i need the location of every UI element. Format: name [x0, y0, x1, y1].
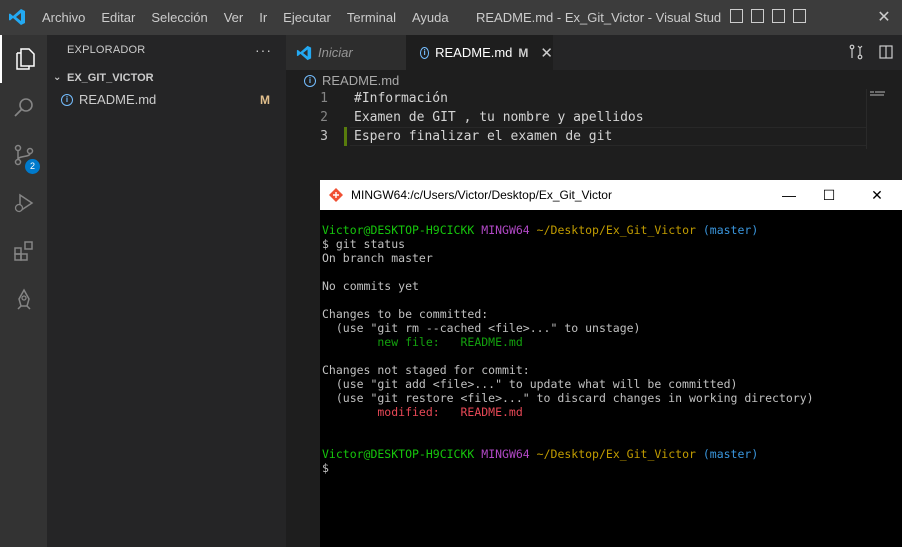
tab-readme[interactable]: i README.md M ✕	[406, 35, 553, 70]
close-icon[interactable]: ✕	[540, 44, 553, 62]
terminal-title: MINGW64:/c/Users/Victor/Desktop/Ex_Git_V…	[351, 188, 612, 202]
remote-explorer-icon[interactable]	[0, 275, 47, 323]
window-title: README.md - Ex_Git_Victor - Visual Studi…	[476, 10, 722, 25]
modified-file-line: modified: README.md	[322, 405, 523, 419]
terminal-title-bar[interactable]: MINGW64:/c/Users/Victor/Desktop/Ex_Git_V…	[320, 180, 902, 210]
window-close-button[interactable]: ✕	[866, 0, 902, 35]
command-line: $ git status	[322, 237, 406, 251]
menu-archivo[interactable]: Archivo	[34, 0, 93, 35]
input-line[interactable]: $	[322, 461, 882, 475]
info-icon: i	[304, 75, 316, 87]
menu-editar[interactable]: Editar	[93, 0, 143, 35]
output-line: No commits yet	[322, 279, 419, 293]
terminal-scrollbar[interactable]	[885, 210, 902, 547]
vscode-logo-icon	[296, 45, 312, 60]
close-button[interactable]: ✕	[854, 180, 900, 210]
prompt-branch: (master)	[702, 223, 759, 237]
menu-ver[interactable]: Ver	[216, 0, 252, 35]
file-row-readme[interactable]: i README.md M	[47, 89, 286, 111]
minimap[interactable]	[866, 89, 902, 149]
line-text: Espero finalizar el examen de git	[354, 129, 613, 144]
line-number: 1	[320, 91, 328, 106]
git-status-badge: M	[260, 93, 270, 107]
menu-ir[interactable]: Ir	[251, 0, 275, 35]
open-changes-icon[interactable]	[848, 44, 864, 60]
output-line: On branch master	[322, 251, 433, 265]
prompt-path: ~/Desktop/Ex_Git_Victor	[536, 223, 696, 237]
line-text: #Información	[354, 91, 448, 106]
output-line: (use "git add <file>..." to update what …	[322, 377, 738, 391]
run-debug-icon[interactable]	[0, 179, 47, 227]
search-icon[interactable]	[0, 83, 47, 131]
prompt-env: MINGW64	[481, 223, 530, 237]
output-line: (use "git restore <file>..." to discard …	[322, 391, 814, 405]
prompt-path: ~/Desktop/Ex_Git_Victor	[536, 447, 696, 461]
info-icon: i	[61, 94, 73, 106]
tab-label: README.md	[435, 45, 513, 60]
title-bar: Archivo Editar Selección Ver Ir Ejecutar…	[0, 0, 902, 35]
terminal-output[interactable]: Victor@DESKTOP-H9CICKK MINGW64 ~/Desktop…	[322, 223, 882, 475]
source-control-icon[interactable]: 2	[0, 131, 47, 179]
line-number: 3	[320, 129, 328, 144]
tab-label: Iniciar	[318, 45, 353, 60]
editor-actions	[848, 44, 894, 60]
output-line: Changes not staged for commit:	[322, 363, 530, 377]
file-name: README.md	[79, 92, 157, 107]
prompt-line: Victor@DESKTOP-H9CICKK MINGW64 ~/Desktop…	[322, 223, 882, 237]
git-bash-window[interactable]: MINGW64:/c/Users/Victor/Desktop/Ex_Git_V…	[320, 180, 902, 547]
minimap-preview	[870, 91, 885, 96]
scm-badge: 2	[25, 159, 40, 174]
line-text: Examen de GIT , tu nombre y apellidos	[354, 110, 644, 125]
prompt-branch: (master)	[702, 447, 759, 461]
toggle-sidebar-icon[interactable]	[730, 9, 743, 23]
git-added-gutter	[344, 127, 347, 146]
menu-ayuda[interactable]: Ayuda	[404, 0, 457, 35]
code-line-current: 3 Espero finalizar el examen de git	[286, 127, 866, 146]
toggle-panel-icon[interactable]	[751, 9, 764, 23]
vscode-logo-icon	[9, 9, 25, 25]
menu-terminal[interactable]: Terminal	[339, 0, 404, 35]
git-bash-icon	[329, 188, 343, 202]
tab-modified-badge: M	[518, 45, 529, 60]
menu-ejecutar[interactable]: Ejecutar	[275, 0, 339, 35]
layout-controls	[730, 9, 806, 23]
line-number: 2	[320, 110, 328, 125]
code-line: 2 Examen de GIT , tu nombre y apellidos	[286, 108, 866, 127]
explorer-title: EXPLORADOR	[67, 44, 146, 56]
folder-row[interactable]: ⌄ EX_GIT_VICTOR	[47, 67, 286, 89]
prompt-user: Victor@DESKTOP-H9CICKK	[322, 223, 475, 237]
chevron-down-icon: ⌄	[53, 72, 62, 83]
tab-iniciar[interactable]: Iniciar	[286, 35, 406, 70]
staged-file-line: new file: README.md	[322, 335, 523, 349]
menu-bar: Archivo Editar Selección Ver Ir Ejecutar…	[34, 0, 457, 35]
code-editor[interactable]: 1 #Información 2 Examen de GIT , tu nomb…	[286, 89, 866, 146]
prompt-env: MINGW64	[481, 447, 530, 461]
menu-seleccion[interactable]: Selección	[143, 0, 215, 35]
maximize-button[interactable]: ☐	[806, 180, 852, 210]
code-line: 1 #Información	[286, 89, 866, 108]
prompt-line: Victor@DESKTOP-H9CICKK MINGW64 ~/Desktop…	[322, 447, 882, 461]
activity-bar: 2	[0, 35, 47, 547]
extensions-icon[interactable]	[0, 227, 47, 275]
tab-bar: Iniciar i README.md M ✕	[286, 35, 902, 70]
toggle-secondary-sidebar-icon[interactable]	[772, 9, 785, 23]
output-line: (use "git rm --cached <file>..." to unst…	[322, 321, 641, 335]
folder-name: EX_GIT_VICTOR	[67, 72, 154, 84]
more-actions-icon[interactable]: ···	[255, 35, 272, 65]
split-editor-icon[interactable]	[878, 44, 894, 60]
explorer-header: EXPLORADOR ···	[47, 35, 286, 65]
explorer-sidebar: EXPLORADOR ··· ⌄ EX_GIT_VICTOR i README.…	[47, 35, 286, 547]
explorer-icon[interactable]	[0, 35, 47, 83]
output-line: Changes to be committed:	[322, 307, 489, 321]
info-icon: i	[420, 46, 430, 59]
customize-layout-icon[interactable]	[793, 9, 806, 23]
prompt-user: Victor@DESKTOP-H9CICKK	[322, 447, 475, 461]
